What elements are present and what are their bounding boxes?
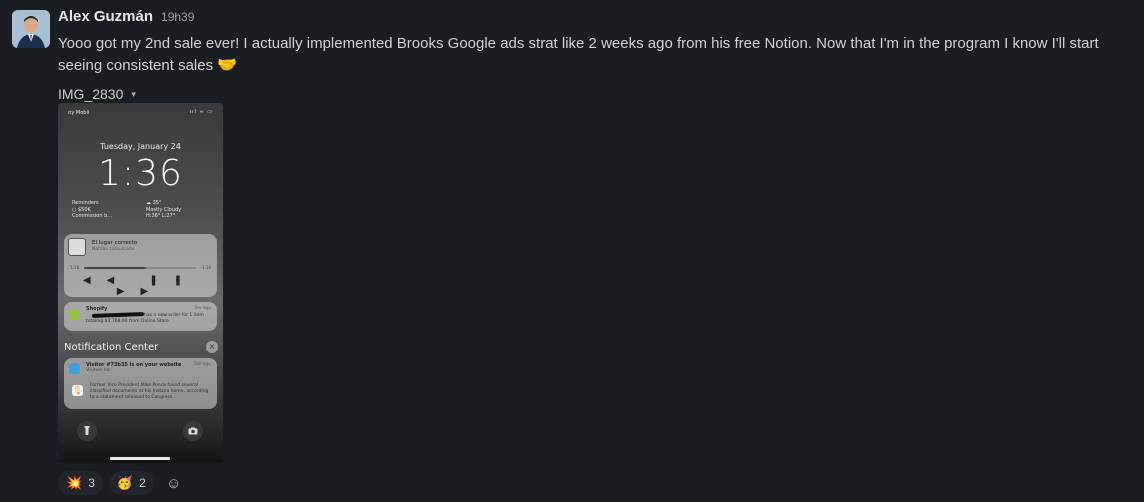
- shopify-icon: [69, 309, 80, 320]
- widget-line: H:36° L:27°: [146, 213, 176, 219]
- camera-icon: [183, 421, 203, 441]
- status-icons: ııl ≈ ▭: [189, 109, 213, 115]
- notification-body: has a new order for 1 item totaling $3,7…: [86, 313, 210, 325]
- chevron-down-icon[interactable]: ▾: [131, 89, 136, 100]
- message-body: Yooo got my 2nd sale ever! I actually im…: [58, 35, 1099, 74]
- notification-time: 5m ago: [193, 362, 211, 367]
- reaction-party[interactable]: 🥳 2: [108, 471, 154, 495]
- visitors-app-icon: [69, 363, 80, 374]
- notification-app: Shopify: [86, 306, 108, 312]
- notification-time: 3m ago: [193, 306, 211, 311]
- weather-widget: ☁ 35° Mostly Cloudy H:36° L:27°: [146, 200, 181, 220]
- reminders-widget: Reminders ○ $50K Commission b...: [72, 200, 112, 220]
- avatar-image: [12, 10, 50, 48]
- reaction-count: 2: [139, 476, 146, 490]
- reaction-collision[interactable]: 💥 3: [58, 471, 103, 495]
- party-face-emoji: 🥳: [116, 475, 134, 490]
- track-progress-fill: [84, 267, 146, 269]
- notification-text: has a new order for 1 item totaling $3,7…: [86, 313, 204, 324]
- reaction-count: 3: [88, 476, 95, 490]
- track-progress: [84, 267, 196, 269]
- attachment-image[interactable]: ıty Mobil ııl ≈ ▭ Tuesday, January 24 1:…: [58, 103, 223, 463]
- lockscreen-date: Tuesday, January 24: [100, 142, 181, 151]
- message: Alex Guzmán 19h39 Yooo got my 2nd sale e…: [58, 8, 1138, 103]
- add-reaction-icon: ☺: [166, 474, 182, 492]
- music-player-card: El lugar correcto Natalia Lafourcade 1:1…: [64, 234, 217, 297]
- carrier-label: ıty Mobil: [68, 110, 90, 116]
- reactions-bar: 💥 3 🥳 2 ☺: [58, 471, 188, 495]
- widget-line: Commission b...: [72, 213, 113, 219]
- track-remaining: -1:16: [200, 265, 211, 270]
- track-title: El lugar correcto: [92, 240, 138, 246]
- message-text: Yooo got my 2nd sale ever! I actually im…: [58, 33, 1138, 77]
- collision-emoji: 💥: [66, 475, 83, 490]
- timestamp[interactable]: 19h39: [161, 10, 194, 24]
- news-notification-body: Former Vice President Mike Pence found s…: [90, 383, 209, 400]
- attachment-header[interactable]: IMG_2830 ▾: [58, 85, 1138, 103]
- podcast-icon: 🎙: [72, 385, 83, 396]
- attachment-name[interactable]: IMG_2830: [58, 86, 123, 102]
- close-icon: ×: [206, 341, 218, 353]
- notification-subtitle: Visitors Inc: [86, 368, 111, 373]
- avatar[interactable]: [12, 10, 50, 48]
- playback-controls: ◀◀ ❚❚ ▶▶: [82, 275, 199, 297]
- track-elapsed: 1:18: [70, 265, 79, 270]
- handshake-emoji: 🤝: [217, 57, 238, 74]
- notification-center-title: Notification Center: [64, 342, 159, 353]
- album-art: [68, 238, 86, 256]
- message-header: Alex Guzmán 19h39: [58, 8, 1138, 30]
- home-indicator: [110, 457, 170, 460]
- add-reaction-button[interactable]: ☺: [160, 471, 188, 495]
- track-artist: Natalia Lafourcade: [92, 247, 135, 252]
- shopify-notification: Shopify 3m ago has a new order for 1 ite…: [64, 302, 217, 331]
- visitor-notification: Visitor #73b35 is on your website Visito…: [64, 358, 217, 409]
- flashlight-icon: [77, 421, 97, 441]
- lockscreen-time: 1:36: [98, 153, 183, 194]
- author-name[interactable]: Alex Guzmán: [58, 8, 153, 25]
